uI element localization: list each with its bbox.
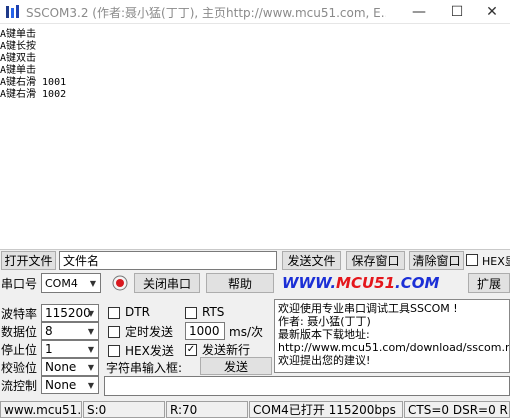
close-button[interactable]: ✕	[474, 0, 510, 24]
hex-display-checkbox[interactable]	[466, 254, 478, 266]
output-line: A键长按	[0, 41, 37, 52]
expand-button[interactable]: 扩展	[468, 273, 510, 293]
baud-label: 波特率	[1, 306, 38, 321]
status-site: www.mcu51.cor	[0, 401, 82, 418]
send-newline-checkbox[interactable]: ✓	[185, 344, 197, 356]
data-bits-value: 8	[45, 324, 53, 338]
maximize-button[interactable]: ☐	[439, 0, 475, 24]
chevron-down-icon: ▼	[87, 326, 95, 336]
title-bar: SSCOM3.2 (作者:聂小猛(丁丁), 主页http://www.mcu51…	[0, 0, 510, 24]
dtr-checkbox[interactable]	[108, 307, 120, 319]
send-interval-input[interactable]: 1000	[185, 322, 225, 340]
status-port-state: COM4已打开 115200bps	[249, 401, 403, 418]
close-port-button[interactable]: 关闭串口	[134, 273, 200, 293]
receive-output-area[interactable]: A键单击 A键长按 A键双击 A键单击 A键右滑 1001 A键右滑 1002	[0, 24, 510, 250]
hex-send-label: HEX发送	[125, 343, 174, 358]
banner-mcu: MCU51	[336, 274, 396, 292]
banner-com: .COM	[395, 274, 440, 292]
minimize-button[interactable]: —	[401, 0, 437, 24]
save-window-button[interactable]: 保存窗口	[346, 251, 405, 270]
chevron-down-icon: ▼	[87, 308, 95, 318]
output-line: A键右滑 1001	[0, 77, 67, 88]
flow-control-select[interactable]: None ▼	[41, 376, 99, 394]
parity-label: 校验位	[1, 360, 38, 375]
data-bits-select[interactable]: 8 ▼	[41, 322, 99, 340]
data-bits-label: 数据位	[1, 324, 38, 339]
stop-bits-select[interactable]: 1 ▼	[41, 340, 99, 358]
rts-checkbox[interactable]	[185, 307, 197, 319]
send-text-input[interactable]	[104, 376, 510, 396]
send-file-button[interactable]: 发送文件	[282, 251, 341, 270]
mcu51-banner[interactable]: WWW. MCU51 .COM	[282, 273, 462, 293]
filename-input[interactable]: 文件名	[59, 251, 277, 270]
info-panel: 欢迎使用专业串口调试工具SSCOM ! 作者: 聂小猛(丁丁) 最新版本下载地址…	[274, 299, 510, 373]
stop-bits-value: 1	[45, 342, 53, 356]
record-icon	[112, 275, 128, 291]
port-label: 串口号	[1, 276, 38, 291]
string-input-label: 字符串输入框:	[106, 360, 183, 375]
status-received-count: R:70	[166, 401, 248, 418]
hex-display-label: HEX显	[482, 254, 510, 268]
output-line: A键单击	[0, 65, 37, 76]
flow-control-value: None	[45, 378, 77, 392]
help-button[interactable]: 帮助	[206, 273, 274, 293]
output-line: A键双击	[0, 53, 37, 64]
app-icon[interactable]	[5, 4, 21, 20]
chevron-down-icon: ▼	[87, 380, 95, 390]
output-line: A键单击	[0, 29, 37, 40]
rts-label: RTS	[202, 305, 225, 319]
timed-send-checkbox[interactable]	[108, 326, 120, 338]
clear-window-button[interactable]: 清除窗口	[409, 251, 464, 270]
stop-bits-label: 停止位	[1, 342, 38, 357]
parity-select[interactable]: None ▼	[41, 358, 99, 376]
send-newline-label: 发送新行	[202, 342, 251, 357]
port-select[interactable]: COM4 ▼	[41, 273, 101, 293]
send-button[interactable]: 发送	[200, 357, 272, 375]
chevron-down-icon: ▼	[87, 344, 95, 354]
banner-www: WWW.	[282, 274, 337, 292]
status-signals: CTS=0 DSR=0 RL	[404, 401, 510, 418]
chevron-down-icon: ▼	[89, 278, 97, 288]
baud-select[interactable]: 115200 ▼	[41, 304, 99, 322]
window-title: SSCOM3.2 (作者:聂小猛(丁丁), 主页http://www.mcu51…	[26, 6, 386, 20]
port-value: COM4	[45, 276, 78, 290]
status-sent-count: S:0	[83, 401, 165, 418]
output-line: A键右滑 1002	[0, 89, 67, 100]
hex-send-checkbox[interactable]	[108, 345, 120, 357]
interval-unit-label: ms/次	[229, 324, 263, 339]
chevron-down-icon: ▼	[87, 362, 95, 372]
timed-send-label: 定时发送	[125, 324, 174, 339]
dtr-label: DTR	[125, 305, 150, 319]
parity-value: None	[45, 360, 77, 374]
flow-control-label: 流控制	[1, 378, 38, 393]
open-file-button[interactable]: 打开文件	[1, 251, 56, 270]
